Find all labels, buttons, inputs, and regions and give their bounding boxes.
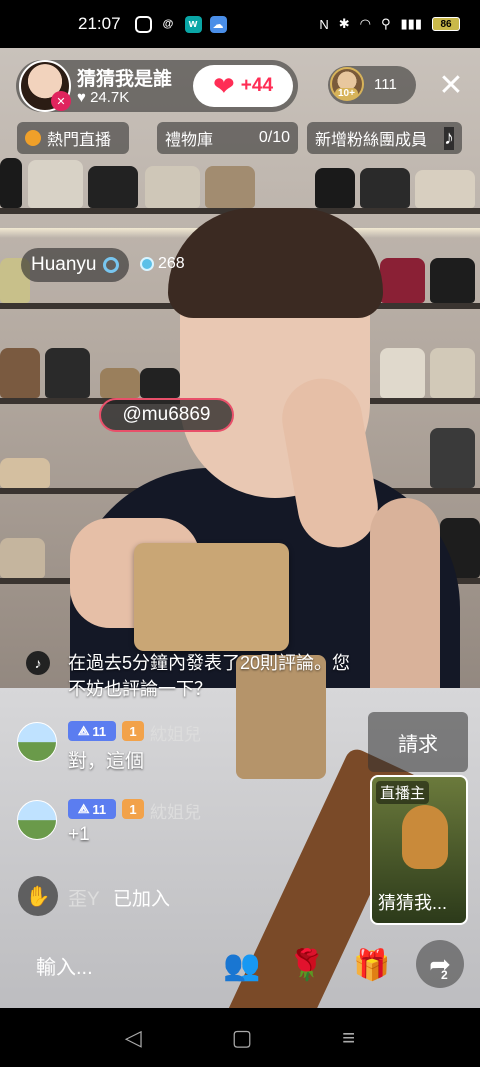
fan-badge: 1 (122, 799, 144, 819)
signal-icon: ▮▮▮ (400, 16, 422, 31)
handbag (0, 538, 45, 578)
joined-user: 歪Y (68, 889, 100, 910)
gem-count: 268 (158, 255, 185, 272)
handbag (45, 348, 90, 398)
heart-icon: ♥ (77, 89, 86, 106)
wave-icon: ✋ (18, 876, 58, 916)
streamer-name: Huanyu (31, 254, 97, 275)
level-badge: ⟁ 11 (68, 799, 116, 819)
share-icon[interactable]: ➦ (416, 940, 464, 988)
gift-icon[interactable]: 🎁 (352, 945, 392, 985)
handbag (0, 458, 50, 488)
chip-label: 熱門直播 (47, 132, 112, 149)
viewer-rank-badge: 10+ (335, 88, 358, 99)
handbag (380, 258, 425, 303)
multi-guest-icon[interactable]: 👥 (222, 945, 262, 985)
share-count: 2 (441, 968, 448, 982)
mention-tag[interactable]: @mu6869 (99, 398, 234, 432)
bubble-icon (102, 257, 119, 273)
webtoon-icon: w (184, 15, 202, 33)
handbag (315, 168, 355, 208)
handbag (145, 166, 200, 208)
gem-counter: 268 (140, 255, 185, 273)
fan-badge: 1 (122, 721, 144, 741)
request-button[interactable]: 請求 (368, 712, 468, 772)
handbag (140, 368, 180, 398)
host-likes-count: 24.7K (90, 89, 130, 106)
handbag (205, 166, 255, 208)
handbag (430, 258, 475, 303)
comment-text: +1 (68, 824, 90, 845)
level-number: 11 (92, 801, 107, 817)
handbag (100, 368, 140, 398)
gem-icon (140, 257, 154, 271)
joined-label: 已加入 (112, 889, 170, 910)
follow-count: +44 (240, 75, 274, 96)
level-icon: ⟁ (77, 723, 90, 738)
status-bar: 21:07 @ w ☁ N ✱ ◠ ⚲ ▮▮▮ 86 (0, 0, 480, 48)
handbag (28, 160, 83, 208)
status-right: N ✱ ◠ ⚲ ▮▮▮ 86 (319, 16, 460, 32)
comment-text: 對，這個 (68, 751, 145, 772)
tiktok-icon: ♪ (26, 651, 50, 675)
follow-button[interactable]: ❤ +44 (193, 65, 293, 107)
viewer-count[interactable]: 111 (374, 76, 397, 93)
battery-icon: 86 (432, 17, 460, 31)
instagram-icon (134, 15, 152, 33)
comment-input[interactable]: 輸入... (16, 940, 196, 990)
level-badge: ⟁ 11 (68, 721, 116, 741)
wallet-product (134, 543, 289, 651)
weather-icon: ☁ (209, 15, 227, 33)
host-likes: ♥ 24.7K (77, 89, 129, 106)
chip-new-fan-club[interactable]: 新增粉絲團成員 ♪ (307, 122, 462, 154)
host-preview-card[interactable]: 直播主 猜猜我... (370, 775, 468, 925)
handbag (0, 348, 40, 398)
mic-muted-icon: ✕ (51, 91, 71, 111)
streamer-name-tag[interactable]: Huanyu (21, 248, 129, 282)
chip-gift-library[interactable]: 禮物庫 0/10 (157, 122, 298, 154)
handbag (430, 348, 475, 398)
host-person-hair (168, 208, 383, 318)
chip-hot-live[interactable]: 熱門直播 (17, 122, 129, 154)
status-time: 21:07 (78, 14, 121, 33)
host-card-name: 猜猜我... (378, 893, 448, 913)
host-card-thumbnail (402, 805, 448, 869)
fan-club-name: 紞姐兒 (150, 725, 201, 744)
back-icon[interactable]: ◁ (125, 1025, 142, 1051)
recents-icon[interactable]: ≡ (342, 1025, 355, 1051)
joined-notice: 歪Y 已加入 (68, 884, 170, 911)
handbag (415, 170, 475, 208)
handbag (380, 348, 425, 398)
wifi-icon: ◠ (359, 16, 371, 31)
commenter-avatar[interactable] (17, 722, 57, 762)
host-name: 猜猜我是誰 (77, 69, 173, 90)
broken-heart-icon (25, 130, 41, 146)
bluetooth-icon: ✱ (338, 16, 350, 31)
gift-count: 0/10 (258, 129, 290, 146)
level-icon: ⟁ (77, 801, 90, 816)
chip-label: 禮物庫 (165, 132, 214, 149)
volte-icon: ⚲ (381, 16, 391, 31)
system-navbar: ◁ ▢ ≡ (0, 1008, 480, 1067)
heart-icon: ❤ (212, 71, 235, 101)
system-comment: 在過去5分鐘內發表了20則評論。您不妨也評論一下？ (68, 653, 351, 699)
nfc-icon: N (319, 16, 329, 32)
handbag (360, 168, 410, 208)
chip-label: 新增粉絲團成員 (315, 132, 428, 149)
commenter-avatar[interactable] (17, 800, 57, 840)
host-card-tag: 直播主 (376, 781, 430, 804)
home-icon[interactable]: ▢ (232, 1025, 253, 1051)
close-icon[interactable]: ✕ (434, 66, 468, 104)
threads-icon: @ (162, 18, 174, 30)
handbag (88, 166, 138, 208)
fan-club-name: 紞姐兒 (150, 803, 201, 822)
tiktok-icon: ♪ (444, 126, 454, 150)
handbag (0, 158, 22, 208)
rose-gift-icon[interactable]: 🌹 (287, 945, 327, 985)
level-number: 11 (92, 723, 107, 739)
handbag (430, 428, 475, 488)
